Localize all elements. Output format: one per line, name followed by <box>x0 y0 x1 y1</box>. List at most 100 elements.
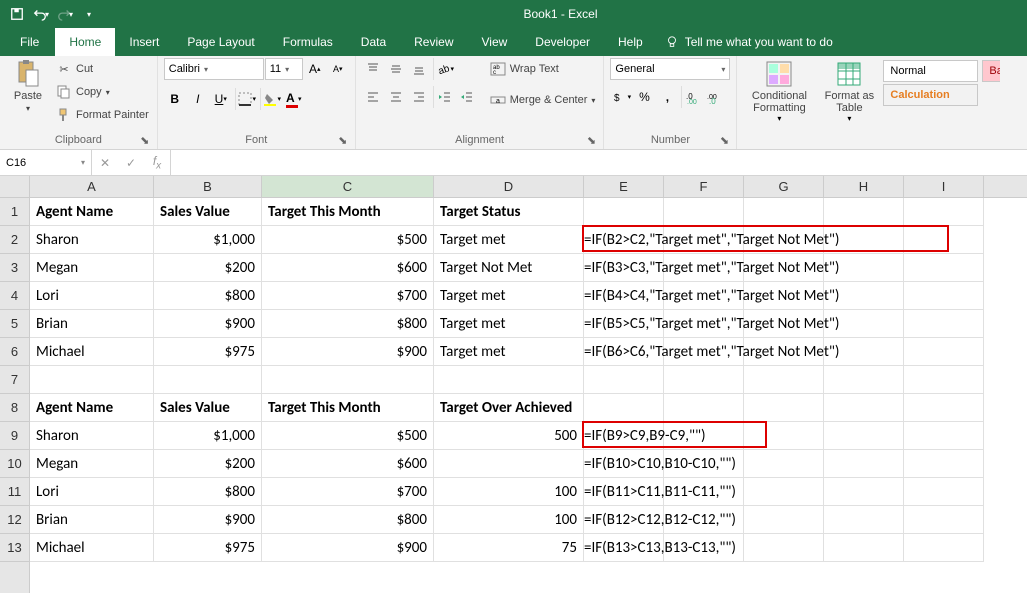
bold-button[interactable]: B <box>164 88 186 110</box>
underline-button[interactable]: U▾ <box>210 88 232 110</box>
cell[interactable] <box>904 310 984 338</box>
format-painter-button[interactable]: Format Painter <box>54 104 151 126</box>
col-header[interactable]: E <box>584 176 664 197</box>
cell[interactable]: Sharon <box>30 422 154 450</box>
enter-formula-button[interactable]: ✓ <box>118 150 144 175</box>
font-color-button[interactable]: A▾ <box>283 88 305 110</box>
border-button[interactable]: ▾ <box>235 88 257 110</box>
cell[interactable]: Sharon <box>30 226 154 254</box>
cell[interactable]: $900 <box>262 338 434 366</box>
cell[interactable]: Target This Month <box>262 394 434 422</box>
increase-decimal-button[interactable]: .0.00 <box>681 86 703 108</box>
align-left-button[interactable] <box>362 86 384 108</box>
format-as-table-button[interactable]: Format as Table▾ <box>819 58 879 123</box>
row-header[interactable]: 11 <box>0 478 29 506</box>
align-middle-button[interactable] <box>385 58 407 80</box>
cell[interactable] <box>664 198 744 226</box>
select-all-corner[interactable] <box>0 176 29 198</box>
cell[interactable] <box>584 394 664 422</box>
cell[interactable]: Michael <box>30 338 154 366</box>
cell[interactable]: $900 <box>262 534 434 562</box>
cell[interactable]: =IF(B10>C10,B10-C10,"") <box>584 450 664 478</box>
cell[interactable]: =IF(B4>C4,"Target met","Target Not Met") <box>584 282 664 310</box>
copy-button[interactable]: Copy ▾ <box>54 81 151 103</box>
orientation-button[interactable]: ab▾ <box>433 58 455 80</box>
cell[interactable] <box>904 534 984 562</box>
cell[interactable] <box>904 282 984 310</box>
cell[interactable]: $1,000 <box>154 422 262 450</box>
cell[interactable] <box>744 366 824 394</box>
cell[interactable] <box>744 422 824 450</box>
cell[interactable]: =IF(B5>C5,"Target met","Target Not Met") <box>584 310 664 338</box>
wrap-text-button[interactable]: abcWrap Text <box>488 58 598 80</box>
cell[interactable]: Agent Name <box>30 394 154 422</box>
increase-indent-button[interactable] <box>456 86 478 108</box>
italic-button[interactable]: I <box>187 88 209 110</box>
clipboard-launcher[interactable]: ⬊ <box>139 134 151 146</box>
align-top-button[interactable] <box>362 58 384 80</box>
tab-formulas[interactable]: Formulas <box>269 28 347 56</box>
cell[interactable] <box>904 478 984 506</box>
tab-page-layout[interactable]: Page Layout <box>173 28 268 56</box>
cell[interactable] <box>824 366 904 394</box>
cell[interactable] <box>664 394 744 422</box>
col-header[interactable]: G <box>744 176 824 197</box>
tell-me-search[interactable]: Tell me what you want to do <box>657 28 833 56</box>
cut-button[interactable]: ✂Cut <box>54 58 151 80</box>
alignment-launcher[interactable]: ⬊ <box>585 134 597 146</box>
cell[interactable]: $600 <box>262 450 434 478</box>
cell[interactable]: $800 <box>262 310 434 338</box>
align-center-button[interactable] <box>385 86 407 108</box>
tab-home[interactable]: Home <box>55 28 115 56</box>
style-bad[interactable]: Ba <box>982 60 1000 82</box>
cell[interactable] <box>824 534 904 562</box>
percent-format-button[interactable]: % <box>633 86 655 108</box>
cell[interactable] <box>744 394 824 422</box>
cell[interactable] <box>262 366 434 394</box>
cell[interactable] <box>434 450 584 478</box>
row-header[interactable]: 3 <box>0 254 29 282</box>
cell[interactable]: Michael <box>30 534 154 562</box>
tab-developer[interactable]: Developer <box>521 28 604 56</box>
cell[interactable]: $975 <box>154 338 262 366</box>
number-format-combo[interactable]: General▾ <box>610 58 730 80</box>
cell[interactable] <box>904 198 984 226</box>
cell[interactable]: Lori <box>30 478 154 506</box>
name-box[interactable]: C16▾ <box>0 150 92 175</box>
col-header[interactable]: H <box>824 176 904 197</box>
cell[interactable] <box>154 366 262 394</box>
formula-input[interactable] <box>171 150 1027 175</box>
cell[interactable]: $900 <box>154 310 262 338</box>
cell[interactable] <box>904 338 984 366</box>
undo-button[interactable]: ▾ <box>30 3 52 25</box>
font-size-combo[interactable]: 11▾ <box>265 58 303 80</box>
cell[interactable]: Sales Value <box>154 394 262 422</box>
cell[interactable] <box>904 366 984 394</box>
cell[interactable]: Target Not Met <box>434 254 584 282</box>
row-header[interactable]: 13 <box>0 534 29 562</box>
cell[interactable]: Agent Name <box>30 198 154 226</box>
cell[interactable]: Sales Value <box>154 198 262 226</box>
conditional-formatting-button[interactable]: Conditional Formatting▾ <box>743 58 815 123</box>
cell[interactable]: $700 <box>262 478 434 506</box>
cell[interactable]: =IF(B12>C12,B12-C12,"") <box>584 506 664 534</box>
cell[interactable]: =IF(B6>C6,"Target met","Target Not Met") <box>584 338 664 366</box>
col-header[interactable]: B <box>154 176 262 197</box>
cell[interactable] <box>824 198 904 226</box>
cell[interactable]: =IF(B2>C2,"Target met","Target Not Met") <box>584 226 664 254</box>
cell[interactable]: Target Over Achieved <box>434 394 584 422</box>
decrease-indent-button[interactable] <box>433 86 455 108</box>
style-normal[interactable]: Normal <box>883 60 978 82</box>
cell[interactable] <box>744 198 824 226</box>
cell[interactable]: =IF(B3>C3,"Target met","Target Not Met") <box>584 254 664 282</box>
tab-insert[interactable]: Insert <box>115 28 173 56</box>
cell[interactable]: Target met <box>434 282 584 310</box>
cell[interactable]: Target Status <box>434 198 584 226</box>
cell[interactable] <box>744 506 824 534</box>
cell[interactable]: $800 <box>154 282 262 310</box>
cell[interactable]: 75 <box>434 534 584 562</box>
cell[interactable]: $500 <box>262 226 434 254</box>
row-header[interactable]: 2 <box>0 226 29 254</box>
cell[interactable] <box>904 254 984 282</box>
col-header[interactable]: D <box>434 176 584 197</box>
